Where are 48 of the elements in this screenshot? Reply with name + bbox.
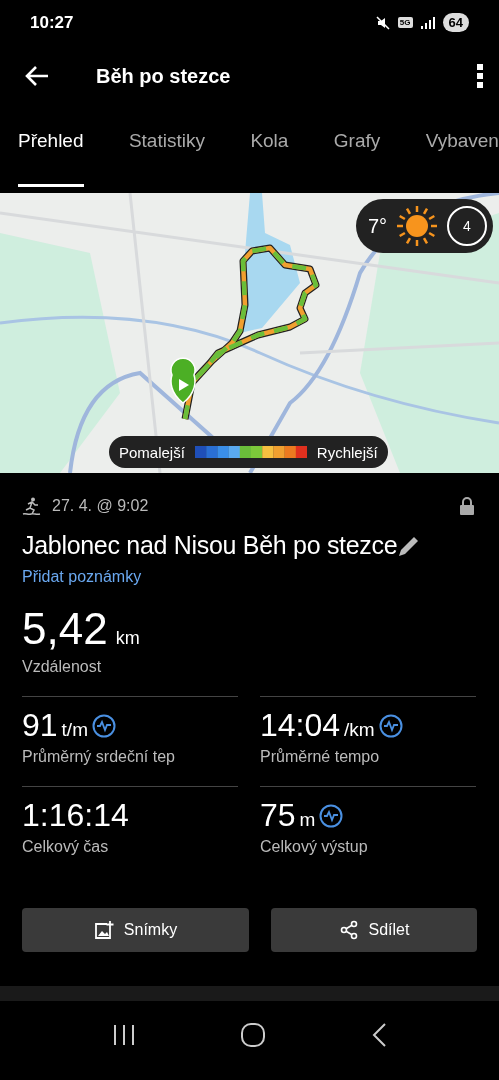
tab[interactable]: Přehled — [18, 107, 84, 187]
more-options-icon[interactable] — [477, 64, 483, 88]
sun-icon — [395, 204, 439, 248]
stat-label: Průměrné tempo — [260, 748, 381, 766]
activity-graph-icon[interactable] — [319, 803, 344, 828]
stat-value: 91 — [22, 707, 58, 744]
back-arrow-icon[interactable] — [24, 65, 50, 87]
legend-label: Rychlejší — [316, 443, 378, 461]
activity-title: Jablonec nad Nisou Běh po stezce — [22, 531, 398, 560]
runner-icon — [22, 497, 42, 515]
battery-level: 64 — [442, 13, 469, 32]
legend-label: Pomalejší — [119, 443, 185, 461]
stat-label: Průměrný srdeční tep — [22, 748, 176, 766]
stat-value: 1:16:14 — [22, 797, 129, 834]
map-drawing[interactable] — [0, 193, 499, 473]
tab[interactable]: Statistiky — [128, 107, 205, 187]
photos-button[interactable]: Snímky — [22, 908, 249, 952]
stat-value: 14:04 — [260, 707, 341, 744]
mute-icon — [375, 15, 390, 30]
network-type: 5G — [397, 17, 413, 28]
activity-date: 27. 4. @ 9:02 — [52, 497, 150, 515]
tab[interactable]: Vybaven — [425, 107, 499, 187]
lock-icon — [459, 497, 475, 515]
share-button[interactable]: Sdílet — [271, 908, 477, 952]
temperature: 7° — [367, 214, 387, 238]
wind-indicator: 4 — [447, 206, 487, 246]
add-notes-link[interactable]: Přidat poznámky — [0, 560, 164, 586]
recent-apps-icon[interactable] — [113, 1024, 136, 1046]
tab[interactable]: Grafy — [333, 107, 381, 187]
screen-title: Běh po stezce — [96, 64, 232, 88]
home-icon[interactable] — [241, 1023, 266, 1047]
stat-value: 75 — [260, 797, 296, 834]
distance-value: 5,42 — [22, 604, 108, 654]
stat-label: Celkový výstup — [260, 838, 369, 856]
tab[interactable]: Kola — [250, 107, 289, 187]
distance-label: Vzdálenost — [22, 658, 103, 676]
signal-icon — [420, 16, 435, 29]
stat-unit: /km — [344, 719, 375, 741]
status-time: 10:27 — [30, 12, 74, 33]
stat-unit: t/m — [61, 719, 88, 741]
stat-unit: m — [299, 809, 316, 831]
activity-graph-icon[interactable] — [92, 713, 116, 738]
activity-graph-icon[interactable] — [378, 713, 403, 738]
back-icon[interactable] — [371, 1023, 386, 1047]
share-icon — [338, 920, 359, 940]
distance-unit: km — [115, 628, 140, 649]
stat-label: Celkový čas — [22, 838, 110, 856]
add-photo-icon — [93, 920, 114, 940]
